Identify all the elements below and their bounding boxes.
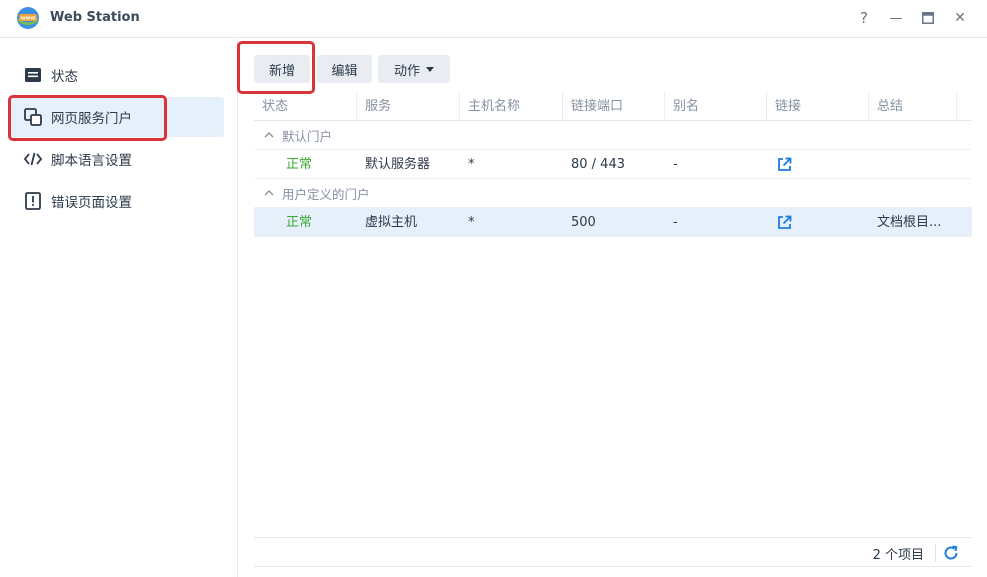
column-header-link[interactable]: 链接 [767, 92, 869, 121]
sidebar-item-label: 网页服务门户 [51, 111, 132, 127]
add-button[interactable]: 新增 [254, 55, 310, 83]
hostname-cell: * [468, 157, 475, 172]
column-header-summary[interactable]: 总结 [869, 92, 957, 121]
grid-footer: 2 个项目 [254, 537, 972, 567]
sidebar-item-label: 错误页面设置 [51, 195, 132, 211]
group-label: 默认门户 [282, 128, 333, 144]
group-header-default-portal[interactable]: 默认门户 [254, 121, 972, 150]
error-page-icon [24, 192, 42, 210]
refresh-icon[interactable] [942, 544, 960, 562]
window-title: Web Station [50, 10, 140, 25]
item-count: 2 个项目 [872, 548, 924, 563]
column-header-hostname[interactable]: 主机名称 [460, 92, 563, 121]
table-row[interactable]: 正常 默认服务器 * 80 / 443 - [254, 150, 972, 179]
hostname-cell: * [468, 215, 475, 230]
status-cell: 正常 [286, 215, 313, 230]
table-row[interactable]: 正常 虚拟主机 * 500 - 文档根目... [254, 208, 972, 237]
port-cell: 80 / 443 [571, 157, 625, 172]
add-button-label: 新增 [268, 63, 295, 79]
service-cell: 默认服务器 [365, 157, 431, 172]
sidebar-item-status[interactable]: 状态 [10, 55, 224, 95]
caret-down-icon [426, 66, 434, 72]
maximize-icon[interactable] [918, 8, 938, 28]
column-header-status[interactable]: 状态 [254, 92, 357, 121]
help-glyph: ? [860, 9, 868, 27]
chevron-up-icon [264, 132, 274, 138]
status-cell: 正常 [286, 157, 313, 172]
minimize-glyph: — [889, 10, 903, 26]
column-header-alias[interactable]: 别名 [665, 92, 767, 121]
summary-cell [869, 150, 972, 179]
sidebar: 状态 网页服务门户 脚本语言设置 错误页面设置 [0, 39, 238, 577]
title-bar: www Web Station ? — ✕ [0, 0, 987, 38]
grid-header: 状态 服务 主机名称 链接端口 别名 链接 总结 [254, 92, 972, 121]
service-cell: 虚拟主机 [365, 215, 418, 230]
external-link-icon[interactable] [777, 215, 792, 230]
alias-cell: - [673, 157, 678, 172]
help-icon[interactable]: ? [854, 8, 874, 28]
column-header-port[interactable]: 链接端口 [563, 92, 665, 121]
group-label: 用户定义的门户 [282, 186, 370, 202]
summary-cell: 文档根目... [877, 215, 942, 230]
sidebar-item-error-page[interactable]: 错误页面设置 [10, 181, 224, 221]
minimize-icon[interactable]: — [886, 8, 906, 28]
column-header-service[interactable]: 服务 [357, 92, 460, 121]
edit-button[interactable]: 编辑 [317, 55, 372, 83]
external-link-icon[interactable] [777, 157, 792, 172]
sidebar-item-web-portal[interactable]: 网页服务门户 [10, 97, 224, 137]
sidebar-item-script-language[interactable]: 脚本语言设置 [10, 139, 224, 179]
status-icon [24, 66, 42, 84]
sidebar-item-label: 脚本语言设置 [51, 153, 132, 169]
svg-text:www: www [21, 16, 36, 22]
web-station-logo-icon: www [17, 7, 39, 29]
edit-button-label: 编辑 [331, 63, 358, 79]
code-icon [24, 150, 42, 168]
close-icon[interactable]: ✕ [950, 8, 970, 28]
close-glyph: ✕ [954, 10, 966, 26]
group-header-user-defined-portal[interactable]: 用户定义的门户 [254, 179, 972, 208]
footer-divider [935, 544, 936, 562]
alias-cell: - [673, 215, 678, 230]
web-portal-icon [24, 108, 42, 126]
port-cell: 500 [571, 215, 596, 230]
sidebar-item-label: 状态 [51, 69, 78, 85]
chevron-up-icon [264, 190, 274, 196]
action-dropdown-button[interactable]: 动作 [378, 55, 450, 83]
action-button-label: 动作 [393, 63, 420, 79]
